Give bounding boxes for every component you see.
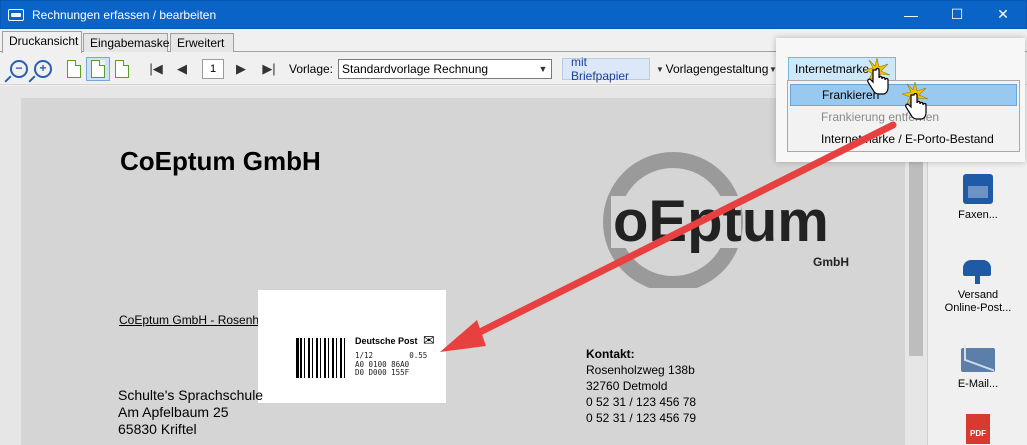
close-button[interactable]: ✕ bbox=[980, 1, 1026, 29]
contact-street: Rosenholzweg 138b bbox=[586, 363, 695, 377]
internetmarke-label: Internetmarke bbox=[795, 62, 870, 76]
tab-druckansicht[interactable]: Druckansicht bbox=[2, 31, 82, 53]
title-bar: Rechnungen erfassen / bearbeiten — ☐ ✕ bbox=[0, 0, 1027, 29]
posthorn-icon: ✉ bbox=[423, 332, 435, 348]
contact-heading: Kontakt: bbox=[586, 347, 635, 361]
postage-stamp: Deutsche Post ✉ 1/12 0.55 A0 0100 86A0 D… bbox=[258, 290, 446, 403]
recipient-city: 65830 Kriftel bbox=[118, 421, 197, 437]
zoom-in-icon: + bbox=[34, 60, 52, 78]
online-post-label-2: Online-Post... bbox=[944, 302, 1012, 314]
recipient-name: Schulte's Sprachschule bbox=[118, 387, 264, 403]
hand-cursor-icon bbox=[867, 68, 889, 95]
zoom-in-button[interactable]: + bbox=[32, 57, 54, 81]
chevron-down-icon: ▼ bbox=[538, 64, 548, 74]
zoom-out-button[interactable]: − bbox=[8, 57, 30, 81]
first-page-icon[interactable]: |◀ bbox=[146, 57, 166, 81]
briefpapier-dropdown-icon[interactable]: ▼ bbox=[654, 57, 666, 81]
page-icon bbox=[67, 60, 81, 78]
minimize-button[interactable]: — bbox=[888, 1, 934, 29]
contact-city: 32760 Detmold bbox=[586, 379, 668, 393]
online-post-action[interactable]: Versand Online-Post... bbox=[928, 254, 1027, 315]
page-icon bbox=[115, 60, 129, 78]
recipient-address: Schulte's Sprachschule Am Apfelbaum 25 6… bbox=[118, 387, 263, 438]
page-icon bbox=[91, 60, 105, 78]
recipient-street: Am Apfelbaum 25 bbox=[118, 404, 229, 420]
last-page-icon[interactable]: ▶| bbox=[257, 57, 281, 81]
fax-icon bbox=[963, 174, 993, 204]
company-name: CoEptum GmbH bbox=[120, 146, 321, 176]
vorlage-select[interactable]: Standardvorlage Rechnung ▼ bbox=[338, 59, 552, 79]
briefpapier-button[interactable]: mit Briefpapier bbox=[562, 55, 650, 83]
logo-text: oEptum bbox=[613, 189, 829, 254]
vorlagengestaltung-button[interactable]: Vorlagengestaltung bbox=[666, 57, 769, 81]
fax-action[interactable]: Faxen... bbox=[928, 174, 1027, 222]
maximize-button[interactable]: ☐ bbox=[934, 1, 980, 29]
tab-eingabemaske[interactable]: Eingabemaske bbox=[83, 33, 169, 52]
email-action[interactable]: E-Mail... bbox=[928, 348, 1027, 391]
email-icon bbox=[961, 348, 995, 372]
menu-item-e-porto-bestand[interactable]: Internetmarke / E-Porto-Bestand bbox=[790, 128, 1017, 150]
contact-block: Kontakt: Rosenholzweg 138b 32760 Detmold… bbox=[586, 346, 696, 426]
next-page-icon[interactable]: ▶ bbox=[231, 57, 251, 81]
stamp-matrix-code bbox=[300, 338, 348, 378]
contact-fax: 0 52 31 / 123 456 79 bbox=[586, 411, 697, 425]
email-label: E-Mail... bbox=[957, 378, 999, 390]
zoom-out-icon: − bbox=[10, 60, 28, 78]
multi-page-button[interactable] bbox=[112, 57, 132, 81]
window-title: Rechnungen erfassen / bearbeiten bbox=[32, 7, 217, 22]
pdf-action[interactable]: PDF bbox=[928, 414, 1027, 444]
vorlage-value: Standardvorlage Rechnung bbox=[342, 62, 489, 76]
page-number-input[interactable]: 1 bbox=[202, 59, 224, 79]
menu-item-frankierung-entfernen: Frankierung entfernen bbox=[821, 110, 940, 124]
vorlage-label: Vorlage: bbox=[288, 62, 334, 76]
tab-erweitert[interactable]: Erweitert bbox=[170, 33, 234, 52]
logo-subtext: GmbH bbox=[813, 255, 849, 269]
contact-phone: 0 52 31 / 123 456 78 bbox=[586, 395, 697, 409]
app-icon bbox=[8, 8, 24, 21]
pdf-icon: PDF bbox=[966, 414, 990, 444]
online-post-label-1: Versand bbox=[957, 289, 999, 301]
document-page: CoEptum GmbH oEptum GmbH CoEptum GmbH - … bbox=[21, 98, 906, 445]
single-page-button[interactable] bbox=[64, 57, 84, 81]
stamp-code: 1/12 0.55 A0 0100 86A0 D0 D000 155F bbox=[355, 351, 428, 377]
stamp-barcode bbox=[296, 338, 299, 378]
stamp-brand: Deutsche Post bbox=[355, 336, 418, 346]
hand-cursor-icon bbox=[905, 93, 927, 120]
two-page-button[interactable] bbox=[86, 57, 110, 81]
fax-label: Faxen... bbox=[958, 209, 998, 221]
mailbox-icon bbox=[961, 254, 995, 284]
prev-page-icon[interactable]: ◀ bbox=[172, 57, 192, 81]
